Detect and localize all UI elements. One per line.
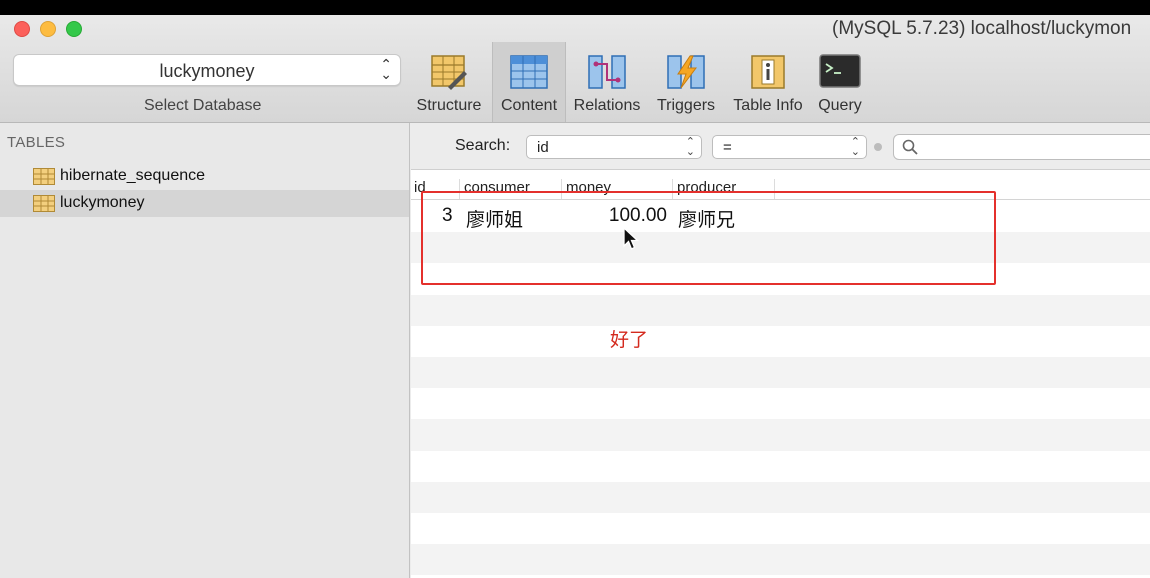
app-window: (MySQL 5.7.23) localhost/luckymon luckym… (0, 15, 1150, 578)
tables-sidebar: TABLES hibernate_sequence luckymoney (0, 123, 410, 578)
empty-row (411, 294, 1150, 326)
window-title: (MySQL 5.7.23) localhost/luckymon (832, 18, 1132, 39)
structure-tab-label: Structure (416, 97, 482, 114)
table-info-tab[interactable]: Table Info (728, 42, 808, 122)
close-window-button[interactable] (14, 21, 30, 37)
content-tab[interactable]: Content (492, 42, 566, 122)
filter-operator-value: = (723, 139, 732, 156)
relations-tab[interactable]: Relations (570, 42, 644, 122)
content-icon (510, 55, 548, 89)
cell-money[interactable]: 100.00 (591, 205, 667, 227)
empty-row (411, 388, 1150, 419)
empty-row (411, 544, 1150, 576)
filter-operator-select[interactable]: = ⌃ ⌄ (712, 135, 867, 159)
terminal-icon (819, 54, 861, 88)
chevron-updown-icon: ⌃ ⌄ (380, 56, 392, 82)
tables-heading: TABLES (7, 134, 66, 151)
triggers-tab[interactable]: Triggers (652, 42, 720, 122)
empty-row (411, 356, 1150, 389)
structure-icon (431, 55, 467, 90)
mouse-cursor-icon (623, 226, 640, 250)
empty-row (411, 326, 1150, 357)
column-header-money[interactable]: money (563, 179, 673, 199)
select-database-label: Select Database (144, 97, 262, 114)
table-icon (33, 168, 55, 185)
search-icon (902, 139, 918, 155)
empty-row (411, 481, 1150, 513)
query-tab-label: Query (818, 97, 862, 114)
empty-row (411, 232, 1150, 264)
window-controls (14, 21, 82, 37)
structure-tab[interactable]: Structure (412, 42, 486, 122)
grid-header: id consumer money producer (411, 170, 1150, 200)
zoom-window-button[interactable] (66, 21, 82, 37)
sidebar-item-label: luckymoney (60, 194, 145, 211)
toolbar: (MySQL 5.7.23) localhost/luckymon luckym… (0, 15, 1150, 123)
table-info-icon (751, 55, 785, 89)
empty-row (411, 419, 1150, 451)
annotation-text: 好了 (610, 330, 649, 351)
cell-consumer[interactable]: 廖师姐 (466, 205, 523, 232)
filter-status-dot (874, 143, 882, 151)
column-header-producer[interactable]: producer (674, 179, 775, 199)
chevron-updown-icon: ⌃ ⌄ (850, 136, 860, 158)
table-info-tab-label: Table Info (733, 97, 803, 114)
database-select-value: luckymoney (159, 61, 255, 81)
table-row[interactable]: 3 廖师姐 100.00 廖师兄 (411, 201, 1150, 232)
filter-field-select[interactable]: id ⌃ ⌄ (526, 135, 702, 159)
relations-tab-label: Relations (573, 97, 641, 114)
triggers-tab-label: Triggers (656, 97, 716, 114)
sidebar-item-hibernate-sequence[interactable]: hibernate_sequence (0, 163, 409, 190)
cell-producer[interactable]: 廖师兄 (678, 205, 735, 232)
triggers-icon (667, 55, 705, 89)
filter-value-field[interactable] (893, 134, 1150, 160)
table-icon (33, 195, 55, 212)
filter-bar: Search: id ⌃ ⌄ = ⌃ ⌄ (411, 123, 1150, 170)
minimize-window-button[interactable] (40, 21, 56, 37)
sidebar-item-label: hibernate_sequence (60, 167, 206, 184)
database-select[interactable]: luckymoney ⌃ ⌄ (13, 54, 401, 86)
content-pane: Search: id ⌃ ⌄ = ⌃ ⌄ id consumer money p… (411, 123, 1150, 578)
chevron-updown-icon: ⌃ ⌄ (685, 136, 695, 158)
relations-icon (588, 55, 626, 89)
filter-value-input[interactable] (922, 137, 1150, 157)
empty-row (411, 513, 1150, 544)
search-label: Search: (455, 137, 511, 154)
column-header-id[interactable]: id (411, 179, 460, 199)
filter-field-value: id (537, 139, 549, 156)
sidebar-item-luckymoney[interactable]: luckymoney (0, 190, 409, 217)
grid-body: 3 廖师姐 100.00 廖师兄 (411, 201, 1150, 576)
cell-id[interactable]: 3 (442, 205, 453, 227)
column-header-consumer[interactable]: consumer (461, 179, 562, 199)
empty-row (411, 263, 1150, 294)
empty-row (411, 451, 1150, 482)
query-tab[interactable]: Query (812, 42, 868, 122)
content-tab-label: Content (500, 97, 558, 114)
